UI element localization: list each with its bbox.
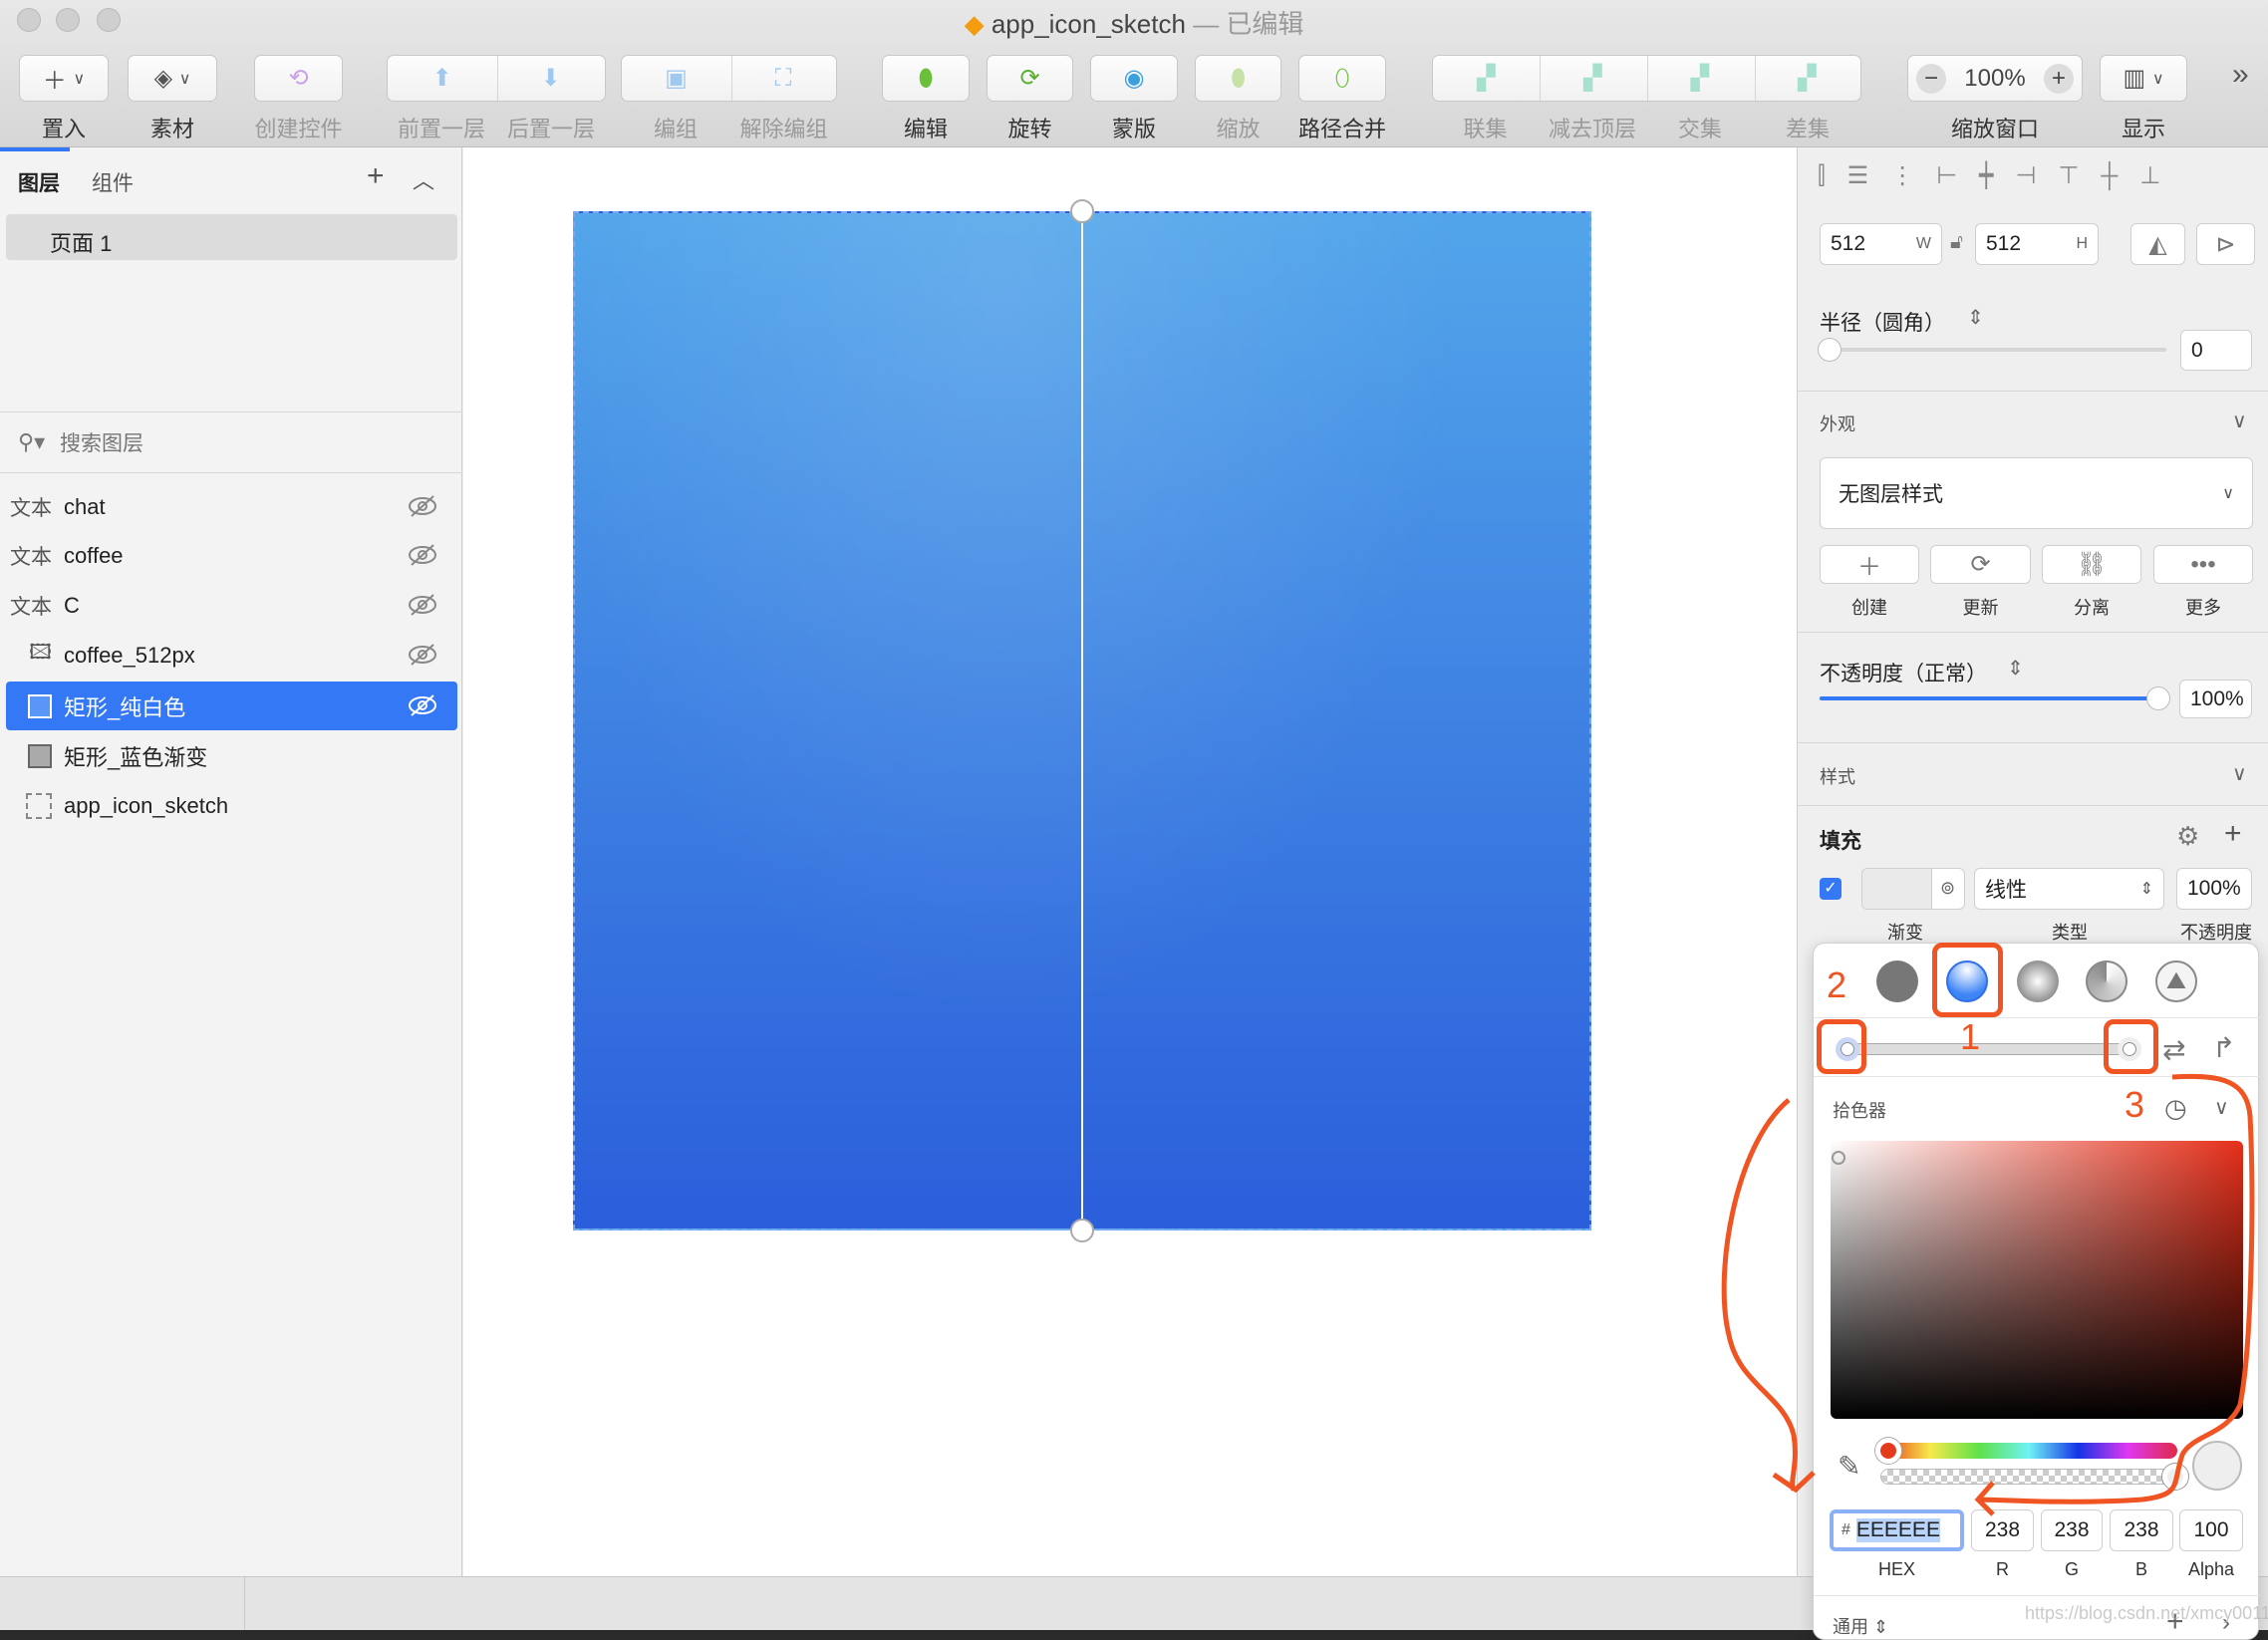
annotation-curve-left <box>1721 1098 1798 1492</box>
annotation-curve-right <box>1977 1073 2255 1504</box>
annotation-strokes <box>1721 1073 2255 1516</box>
